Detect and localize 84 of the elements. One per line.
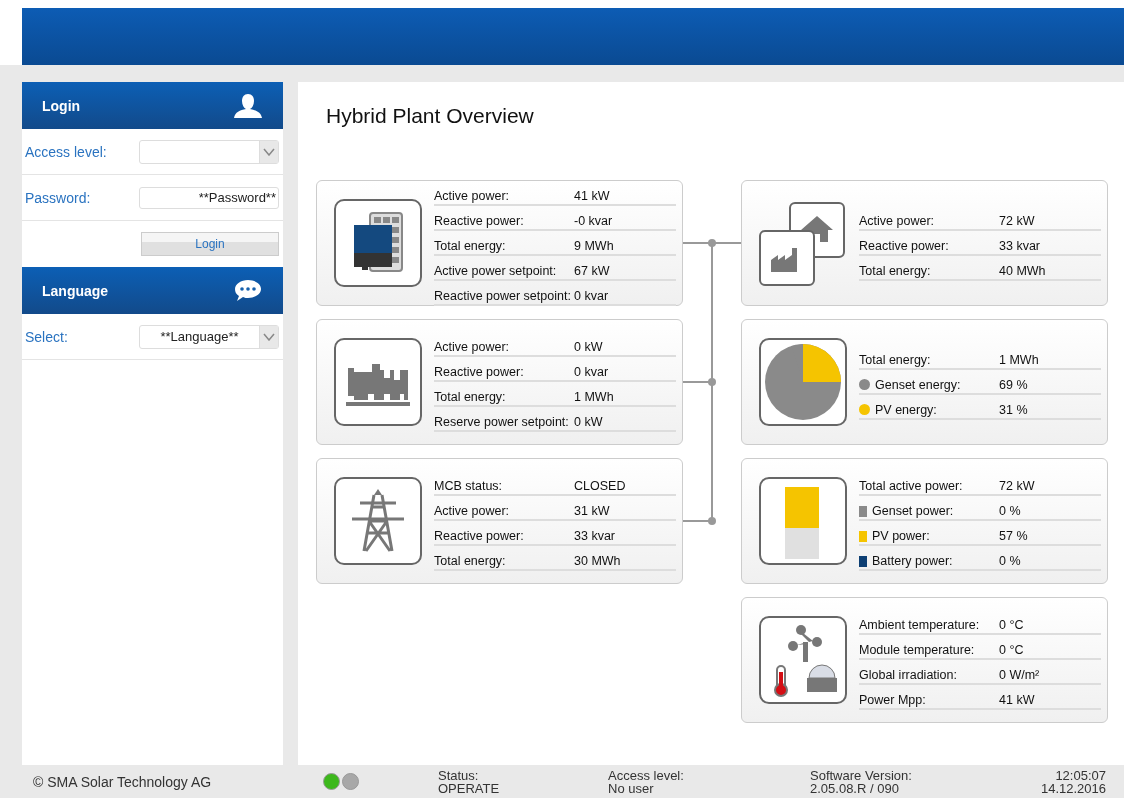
- row-value: 41 kW: [999, 693, 1035, 707]
- status-value: 2.05.08.R / 090: [810, 781, 900, 795]
- status-label: Status:: [438, 768, 480, 782]
- status-label: Software Version:: [810, 768, 913, 782]
- row-value: 0 kW: [574, 415, 603, 429]
- row-value: 31 kW: [574, 504, 610, 518]
- row-value: 1 MWh: [999, 352, 1039, 367]
- row-label: Reactive power:: [859, 238, 949, 253]
- row-label: PV power:: [872, 529, 930, 543]
- speech-bubble-icon: [233, 277, 263, 304]
- field-label: Select:: [25, 328, 68, 345]
- row-value: 30 MWh: [574, 554, 621, 568]
- row-label: Total active power:: [859, 479, 963, 493]
- field-label: Access level:: [25, 143, 107, 160]
- page-title: Hybrid Plant Overview: [326, 104, 535, 129]
- row-value: 41 kW: [574, 188, 610, 203]
- panel-title: Language: [42, 282, 109, 299]
- row-value: 0 °C: [999, 643, 1024, 657]
- row-value: 0 W/m²: [999, 668, 1040, 682]
- weather-station-icon: [759, 616, 847, 704]
- row-label: Active power:: [434, 340, 510, 354]
- row-value: 72 kW: [999, 479, 1035, 493]
- password-field[interactable]: **Password**: [139, 186, 279, 209]
- row-value: 33 kvar: [999, 238, 1040, 253]
- row-label: Total energy:: [434, 554, 506, 568]
- row-value: 1 MWh: [574, 390, 614, 404]
- row-value: 40 MWh: [999, 263, 1046, 278]
- row-value: -0 kvar: [574, 213, 613, 228]
- login-button[interactable]: Login: [141, 232, 279, 256]
- row-label: Total energy:: [859, 352, 931, 367]
- select-field[interactable]: [139, 139, 279, 164]
- row-label: Active power setpoint:: [434, 263, 557, 278]
- field-label: Password:: [25, 189, 91, 206]
- row-label: Total energy:: [434, 238, 506, 253]
- row-label: Power Mpp:: [859, 693, 926, 707]
- house-factory-icon: [759, 200, 845, 286]
- row-label: Genset energy:: [875, 377, 961, 392]
- row-label: Global irradiation:: [859, 668, 957, 682]
- row-value: CLOSED: [574, 479, 626, 493]
- panel-title: Login: [42, 97, 81, 114]
- row-label: Total energy:: [434, 390, 506, 404]
- chevron-icon: [263, 332, 275, 341]
- row-value: 0 %: [999, 504, 1021, 518]
- row-label: Active power:: [434, 188, 510, 203]
- row-value: 0 %: [999, 554, 1021, 568]
- select-field[interactable]: **Language**: [139, 324, 279, 349]
- time-text: 12:05:07: [1055, 768, 1106, 782]
- row-label: PV energy:: [875, 402, 937, 417]
- status-value: OPERATE: [438, 781, 501, 795]
- row-label: Battery power:: [872, 554, 953, 568]
- row-value: 69 %: [999, 377, 1028, 392]
- row-label: MCB status:: [434, 479, 503, 493]
- row-value: 72 kW: [999, 213, 1035, 228]
- chevron-icon: [263, 147, 275, 156]
- row-value: 0 kvar: [574, 288, 609, 303]
- stacked-bar-icon: [759, 477, 847, 565]
- user-icon: [233, 92, 263, 119]
- row-value: 33 kvar: [574, 529, 615, 543]
- row-label: Active power:: [859, 213, 935, 228]
- row-label: Reactive power setpoint:: [434, 288, 571, 303]
- row-label: Reserve power setpoint:: [434, 415, 569, 429]
- row-label: Reactive power:: [434, 529, 524, 543]
- row-value: 0 °C: [999, 618, 1024, 632]
- row-value: 67 kW: [574, 263, 610, 278]
- row-label: Genset power:: [872, 504, 954, 518]
- row-label: Total energy:: [859, 263, 931, 278]
- row-value: 0 kvar: [574, 365, 609, 379]
- date-text: 14.12.2016: [1040, 781, 1106, 795]
- copyright-text: © SMA Solar Technology AG: [33, 773, 213, 790]
- pie-chart-icon: [759, 338, 847, 426]
- inverter-icon: [334, 199, 422, 287]
- row-label: Active power:: [434, 504, 510, 518]
- row-label: Module temperature:: [859, 643, 975, 657]
- row-value: 31 %: [999, 402, 1028, 417]
- row-label: Ambient temperature:: [859, 618, 980, 632]
- row-label: Reactive power:: [434, 213, 524, 228]
- power-pylon-icon: [334, 477, 422, 565]
- row-label: Reactive power:: [434, 365, 524, 379]
- status-label: Access level:: [608, 768, 685, 782]
- row-value: 57 %: [999, 529, 1028, 543]
- status-value: No user: [608, 781, 655, 795]
- row-value: 9 MWh: [574, 238, 614, 253]
- generator-icon: [334, 338, 422, 426]
- row-value: 0 kW: [574, 340, 603, 354]
